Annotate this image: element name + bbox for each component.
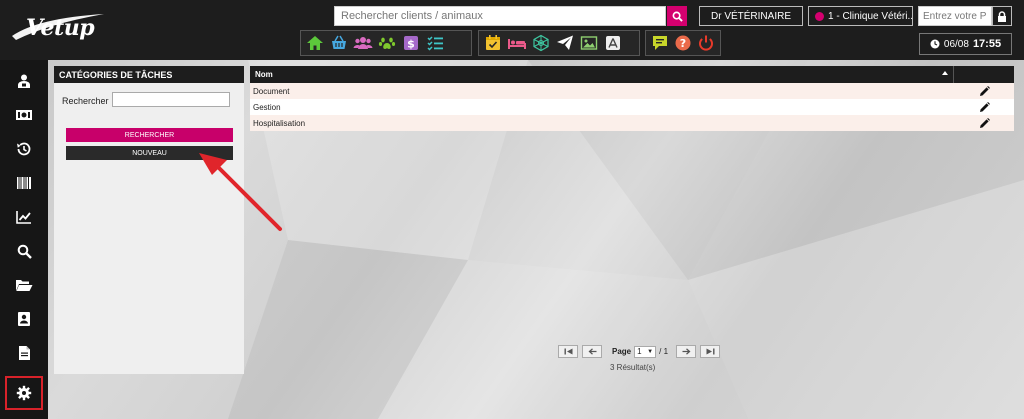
svg-text:$: $ [407, 38, 415, 51]
sidebar-item-cash[interactable] [5, 100, 43, 130]
top-bar: Vetup Dr VÉTÉRINAIRE 1 - Clinique Vétéri… [0, 0, 1024, 60]
clock-date: 06/08 [943, 38, 969, 50]
search-button[interactable]: RECHERCHER [66, 128, 233, 142]
user-badge-icon [18, 74, 30, 88]
edit-button[interactable] [954, 101, 1014, 113]
sidebar-item-barcode[interactable] [5, 168, 43, 198]
pin-input[interactable] [918, 6, 992, 26]
pencil-icon [979, 117, 990, 128]
paw-icon[interactable] [376, 32, 398, 54]
arrow-right-icon [682, 348, 691, 355]
first-page-icon [564, 348, 572, 355]
dollar-icon[interactable]: $ [400, 32, 422, 54]
toolbar-group-main: $ [300, 30, 472, 56]
chat-icon[interactable] [649, 32, 670, 54]
page-select[interactable]: 1 ▼ [634, 345, 657, 358]
column-header-name[interactable]: Nom [250, 66, 954, 83]
category-search-input[interactable] [112, 92, 230, 107]
task-categories-panel: CATÉGORIES DE TÂCHES Rechercher RECHERCH… [54, 66, 244, 374]
lock-icon [998, 10, 1006, 22]
sidebar-item-settings[interactable] [5, 376, 43, 410]
lock-button[interactable] [992, 6, 1012, 26]
row-name: Document [253, 86, 290, 96]
logo-text: Vetup [26, 15, 95, 41]
sidebar-item-search[interactable] [5, 236, 43, 266]
help-icon[interactable]: ? [672, 32, 693, 54]
prev-page-button[interactable] [582, 345, 602, 358]
table-row[interactable]: Gestion [250, 99, 1014, 115]
gear-icon [16, 385, 32, 401]
row-name: Gestion [253, 102, 281, 112]
pencil-icon [979, 85, 990, 96]
edit-button[interactable] [954, 117, 1014, 129]
clock-time: 17:55 [972, 38, 1002, 50]
sidebar-item-users[interactable] [5, 66, 43, 96]
search-button[interactable] [667, 6, 687, 26]
page-total: / 1 [659, 347, 669, 356]
cash-icon [16, 110, 32, 120]
contact-card-icon [18, 312, 30, 326]
toolbar-group-misc: ? [645, 30, 721, 56]
main-content: CATÉGORIES DE TÂCHES Rechercher RECHERCH… [48, 60, 1024, 419]
chevron-down-icon: ▼ [647, 348, 654, 355]
categories-table: Nom Document Gestion Hospitalisation [250, 66, 1014, 131]
paper-plane-icon[interactable] [554, 32, 576, 54]
next-page-button[interactable] [676, 345, 697, 358]
toolbar-group-tools [478, 30, 640, 56]
new-button[interactable]: NOUVEAU [66, 146, 233, 160]
chart-icon [16, 211, 31, 224]
vetup-logo[interactable]: Vetup [8, 6, 118, 46]
sidebar [0, 60, 48, 419]
table-row[interactable]: Hospitalisation [250, 115, 1014, 131]
clinic-label: 1 - Clinique Vétéri.. [828, 10, 913, 22]
sidebar-item-statistics[interactable] [5, 202, 43, 232]
history-icon [17, 142, 31, 156]
first-page-button[interactable] [558, 345, 578, 358]
clock: 06/08 17:55 [919, 33, 1012, 55]
checklist-icon[interactable] [424, 32, 446, 54]
global-search [334, 6, 687, 26]
home-icon[interactable] [304, 32, 326, 54]
search-input[interactable] [334, 6, 666, 26]
folder-open-icon [16, 280, 33, 291]
search-icon [672, 11, 683, 22]
pagination: Page 1 ▼ / 1 [558, 345, 724, 358]
app-store-icon[interactable] [602, 32, 624, 54]
arrow-left-icon [588, 348, 596, 355]
table-row[interactable]: Document [250, 83, 1014, 99]
clinic-color-dot [815, 11, 824, 21]
calendar-check-icon[interactable] [482, 32, 504, 54]
sidebar-item-folders[interactable] [5, 270, 43, 300]
search-icon [17, 244, 32, 259]
barcode-icon [17, 177, 31, 189]
image-icon[interactable] [578, 32, 600, 54]
sidebar-item-contacts[interactable] [5, 304, 43, 334]
results-count: 3 Résultat(s) [610, 363, 656, 372]
clock-icon [930, 39, 940, 49]
row-name: Hospitalisation [253, 118, 306, 128]
clinic-select[interactable]: 1 - Clinique Vétéri.. ▼ [808, 6, 913, 26]
sidebar-item-documents[interactable] [5, 338, 43, 368]
power-icon[interactable] [696, 32, 717, 54]
basket-icon[interactable] [328, 32, 350, 54]
last-page-icon [706, 348, 715, 355]
file-icon [18, 346, 30, 360]
pencil-icon [979, 101, 990, 112]
sidebar-item-history[interactable] [5, 134, 43, 164]
last-page-button[interactable] [700, 345, 721, 358]
table-header: Nom [250, 66, 1014, 83]
network-icon[interactable] [530, 32, 552, 54]
search-label: Rechercher [62, 96, 109, 106]
veterinarian-button[interactable]: Dr VÉTÉRINAIRE [699, 6, 803, 26]
edit-button[interactable] [954, 85, 1014, 97]
bed-icon[interactable] [506, 32, 528, 54]
sort-asc-icon [942, 71, 948, 75]
clients-icon[interactable] [352, 32, 374, 54]
svg-text:?: ? [680, 37, 686, 50]
page-label: Page [612, 347, 632, 356]
panel-title: CATÉGORIES DE TÂCHES [54, 66, 244, 83]
